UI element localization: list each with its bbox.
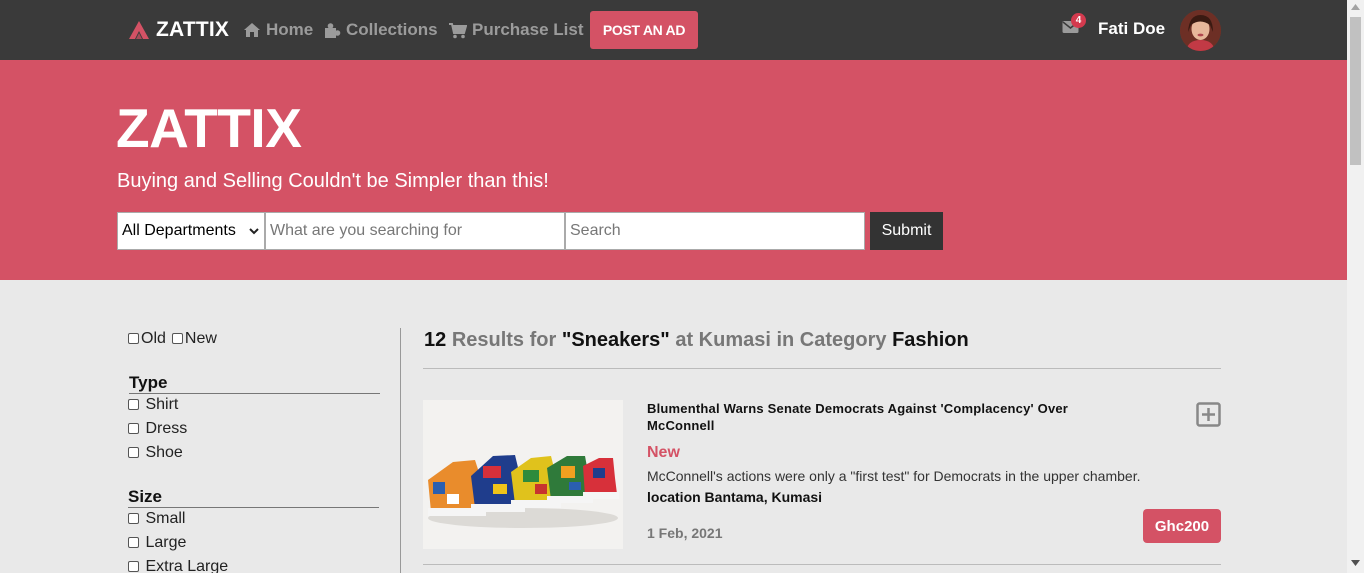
scroll-up-arrow-icon[interactable] [1351,4,1360,10]
condition-new-option[interactable]: New [171,330,217,348]
item-location: location Bantama, Kumasi [647,489,823,505]
condition-old-option[interactable]: Old [128,330,166,348]
item-date: 1 Feb, 2021 [647,525,723,541]
condition-old-label: Old [141,330,166,347]
size-option-extra-large[interactable]: Extra Large [128,558,228,573]
department-select[interactable]: All Departments [117,212,265,250]
nav-home-label: Home [266,20,314,39]
size-option-small[interactable]: Small [128,510,185,528]
add-to-list-button[interactable] [1196,402,1221,432]
hero-title: ZATTIX [116,97,302,159]
home-icon [244,23,260,37]
puzzle-icon [325,22,341,38]
type-shirt-checkbox[interactable] [128,399,139,410]
item-image[interactable] [423,400,623,549]
item-condition: New [647,444,680,461]
page-scrollbar[interactable] [1347,0,1364,573]
size-filter-title: Size [128,487,379,508]
type-option-shoe[interactable]: Shoe [128,444,183,462]
type-shoe-label: Shoe [145,444,183,461]
scrollbar-thumb[interactable] [1350,17,1361,165]
size-large-label: Large [145,534,187,551]
condition-filter: Old New [128,330,217,348]
results-count: 12 [424,329,447,351]
avatar[interactable] [1180,10,1221,51]
size-small-checkbox[interactable] [128,513,139,524]
top-navbar: ZATTIX Home Collections Purchase List PO… [0,0,1347,60]
avatar-image [1180,10,1221,51]
nav-home[interactable]: Home [243,20,313,40]
condition-new-checkbox[interactable] [171,333,183,344]
type-option-shirt[interactable]: Shirt [128,396,178,414]
nav-purchase-list-label: Purchase List [472,20,584,39]
brand-name: ZATTIX [156,18,230,41]
search-input[interactable] [265,212,565,250]
item-title[interactable]: Blumenthal Warns Senate Democrats Agains… [647,400,1127,434]
nav-purchase-list[interactable]: Purchase List [448,20,584,40]
type-dress-checkbox[interactable] [128,423,139,434]
type-option-dress[interactable]: Dress [128,420,187,438]
scroll-down-arrow-icon[interactable] [1351,560,1360,566]
item-divider [423,564,1221,565]
cart-icon [449,22,467,38]
size-extra-large-label: Extra Large [145,558,229,573]
price-badge: Ghc200 [1143,509,1221,543]
department-select-value: All Departments [122,222,236,239]
size-option-large[interactable]: Large [128,534,186,552]
results-divider [423,368,1221,369]
chevron-down-icon [249,228,259,235]
results-query: "Sneakers" [561,329,670,351]
item-description: McConnell's actions were only a "first t… [647,468,1141,484]
brand-logo-icon [129,21,149,39]
plus-square-icon [1196,402,1221,427]
user-name[interactable]: Fati Doe [1098,19,1165,39]
type-shirt-label: Shirt [145,396,179,413]
type-dress-label: Dress [145,420,188,437]
sidebar-divider [400,328,401,573]
nav-collections-label: Collections [346,20,438,39]
condition-new-label: New [184,330,217,347]
mail-count-badge: 4 [1071,13,1086,28]
type-filter-title: Type [129,373,380,394]
location-search-input[interactable] [565,212,865,250]
type-shoe-checkbox[interactable] [128,447,139,458]
hero-subtitle: Buying and Selling Couldn't be Simpler t… [117,170,549,192]
size-large-checkbox[interactable] [128,537,139,548]
condition-old-checkbox[interactable] [128,333,139,344]
size-extra-large-checkbox[interactable] [128,561,139,572]
size-small-label: Small [145,510,186,527]
results-location-text: at Kumasi in Category [675,329,887,351]
results-for-text: Results for [451,329,557,351]
submit-button[interactable]: Submit [870,212,943,250]
results-category: Fashion [892,329,969,351]
post-ad-button[interactable]: POST AN AD [590,11,698,49]
hero-banner: ZATTIX Buying and Selling Couldn't be Si… [0,60,1347,280]
results-heading: 12 Results for "Sneakers" at Kumasi in C… [424,329,969,352]
nav-collections[interactable]: Collections [324,20,438,40]
sneakers-photo [423,400,623,549]
brand-logo[interactable]: ZATTIX [128,18,229,42]
